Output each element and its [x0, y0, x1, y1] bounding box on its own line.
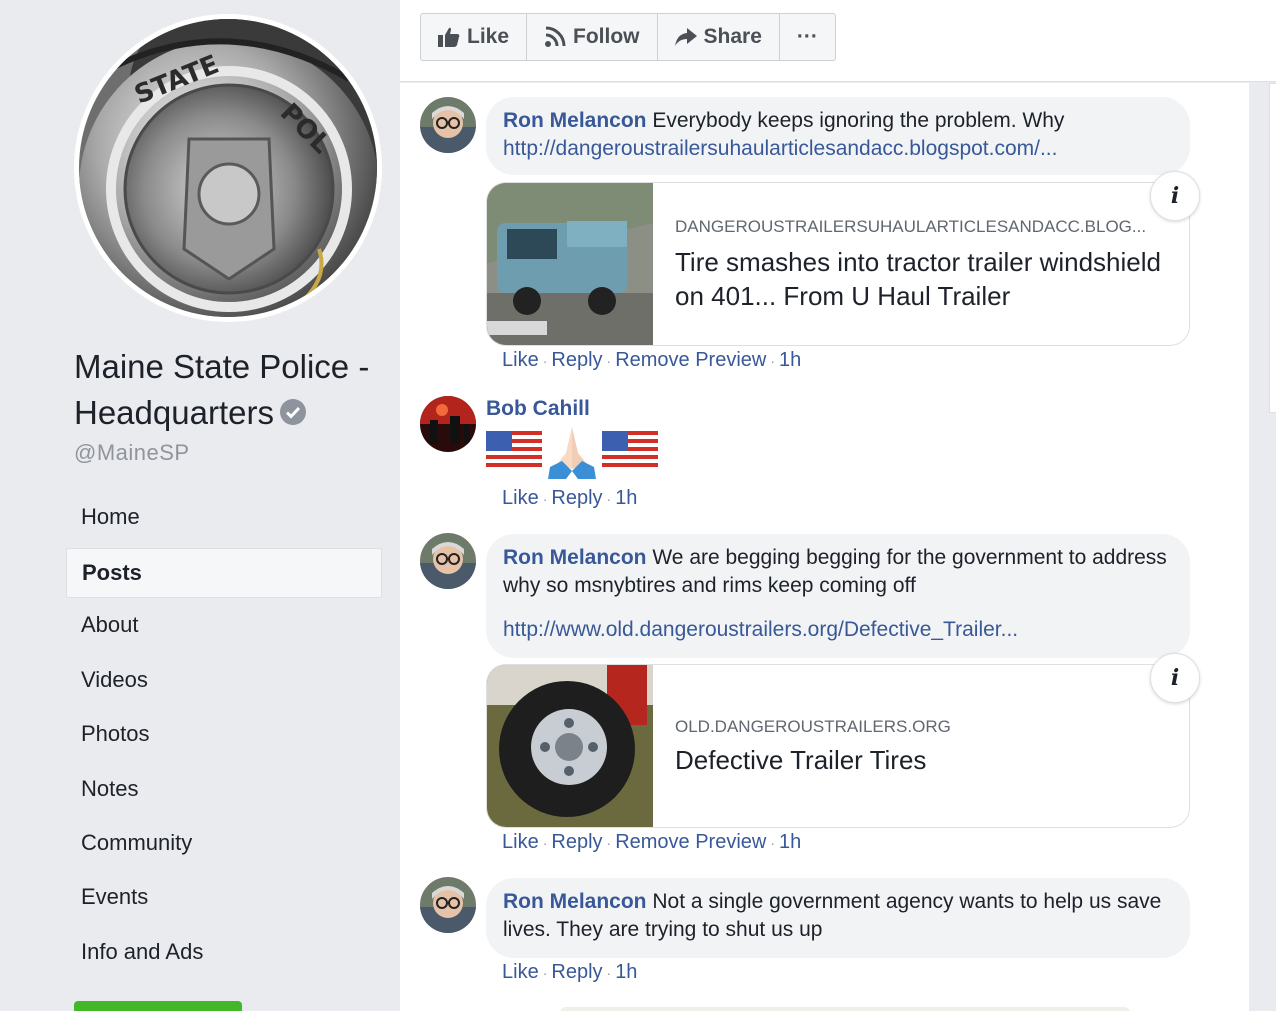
- page-action-bar: Like Follow Share ···: [400, 0, 1276, 82]
- comment-actions: Like · Reply · 1h: [502, 961, 638, 983]
- nav-item-about[interactable]: About: [66, 602, 382, 656]
- comment-author[interactable]: Ron Melancon: [503, 109, 647, 132]
- emoji-content: [486, 427, 658, 479]
- profile-picture[interactable]: STATE POL: [74, 14, 382, 322]
- nav-item-notes[interactable]: Notes: [66, 766, 382, 820]
- like-page-label: Like: [467, 25, 510, 48]
- comment-actions: Like · Reply · Remove Preview · 1h: [502, 831, 802, 853]
- preview-info-icon[interactable]: i: [1150, 653, 1200, 703]
- remove-preview-link[interactable]: Remove Preview: [615, 349, 766, 371]
- comment-text: Everybody keeps ignoring the problem. Wh…: [652, 109, 1065, 132]
- ron-melancon-avatar[interactable]: [420, 533, 476, 589]
- preview-info-icon[interactable]: i: [1150, 171, 1200, 221]
- thumbs-up-icon: [438, 27, 460, 47]
- nav-item-community[interactable]: Community: [66, 820, 382, 874]
- comment-actions: Like · Reply · 1h: [502, 487, 638, 509]
- preview-title: Defective Trailer Tires: [675, 745, 927, 775]
- left-column: STATE POL Maine State Police - Headquart…: [0, 0, 400, 1011]
- more-options-button[interactable]: ···: [780, 14, 835, 60]
- link-preview-card[interactable]: DANGEROUSTRAILERSUHAULARTICLESANDACC.BLO…: [486, 182, 1190, 346]
- nav-item-videos[interactable]: Videos: [66, 657, 382, 711]
- share-page-button[interactable]: Share: [658, 14, 780, 60]
- preview-title: Tire smashes into tractor trailer windsh…: [675, 247, 1161, 311]
- comment-link[interactable]: http://www.old.dangeroustrailers.org/Def…: [503, 616, 1174, 644]
- right-gutter: [1249, 83, 1276, 1011]
- page-nav: Home Posts About Videos Photos Notes Com…: [66, 494, 382, 983]
- preview-domain: OLD.DANGEROUSTRAILERS.ORG: [675, 717, 951, 736]
- ron-melancon-avatar[interactable]: [420, 877, 476, 933]
- rss-follow-icon: [545, 26, 566, 47]
- main-column: Like Follow Share ··· Ron Melancon Every…: [400, 0, 1276, 1011]
- next-comment-edge: [560, 1007, 1130, 1011]
- side-panel-edge: [1269, 83, 1276, 413]
- page-title[interactable]: Maine State Police - Headquarters: [74, 344, 394, 436]
- like-comment-link[interactable]: Like: [502, 961, 539, 983]
- like-page-button[interactable]: Like: [421, 14, 528, 60]
- nav-item-home[interactable]: Home: [66, 494, 382, 548]
- comment-bubble: Ron Melancon We are begging begging for …: [486, 534, 1190, 658]
- us-flag-icon: [486, 431, 542, 471]
- ron-melancon-avatar[interactable]: [420, 97, 476, 153]
- remove-preview-link[interactable]: Remove Preview: [615, 831, 766, 853]
- nav-item-photos[interactable]: Photos: [66, 711, 382, 765]
- tire-preview-image: [487, 665, 653, 827]
- preview-domain: DANGEROUSTRAILERSUHAULARTICLESANDACC.BLO…: [675, 217, 1147, 236]
- nav-item-posts[interactable]: Posts: [66, 548, 382, 599]
- us-flag-icon: [602, 431, 658, 471]
- reply-comment-link[interactable]: Reply: [551, 961, 602, 983]
- follow-page-label: Follow: [573, 25, 640, 48]
- page-name-text: Maine State Police - Headquarters: [74, 348, 370, 431]
- bob-cahill-avatar[interactable]: [420, 396, 476, 452]
- comment-author[interactable]: Bob Cahill: [486, 397, 590, 421]
- nav-item-info-and-ads[interactable]: Info and Ads: [66, 929, 382, 983]
- reply-comment-link[interactable]: Reply: [551, 831, 602, 853]
- link-preview-card[interactable]: OLD.DANGEROUSTRAILERS.ORG Defective Trai…: [486, 664, 1190, 828]
- nav-item-events[interactable]: Events: [66, 874, 382, 928]
- comments-feed: Ron Melancon Everybody keeps ignoring th…: [400, 83, 1249, 1011]
- comment-author[interactable]: Ron Melancon: [503, 890, 647, 913]
- comment-timestamp[interactable]: 1h: [779, 831, 801, 853]
- comment-link[interactable]: http://dangeroustrailersuhaularticlesand…: [503, 135, 1174, 163]
- create-page-button[interactable]: [74, 1001, 242, 1011]
- action-button-group: Like Follow Share ···: [420, 13, 836, 61]
- more-dots-icon: ···: [796, 25, 818, 48]
- folded-hands-icon: [548, 427, 596, 479]
- like-comment-link[interactable]: Like: [502, 831, 539, 853]
- comment-timestamp[interactable]: 1h: [779, 349, 801, 371]
- reply-comment-link[interactable]: Reply: [551, 487, 602, 509]
- page-handle[interactable]: @MaineSP: [74, 440, 190, 466]
- share-page-label: Share: [703, 25, 762, 48]
- reply-comment-link[interactable]: Reply: [551, 349, 602, 371]
- truck-preview-image: [487, 183, 653, 345]
- share-arrow-icon: [674, 28, 697, 46]
- like-comment-link[interactable]: Like: [502, 349, 539, 371]
- comment-timestamp[interactable]: 1h: [615, 487, 637, 509]
- comment-actions: Like · Reply · Remove Preview · 1h: [502, 349, 802, 371]
- follow-page-button[interactable]: Follow: [527, 14, 658, 60]
- comment-timestamp[interactable]: 1h: [615, 961, 637, 983]
- comment-bubble: Ron Melancon Not a single government age…: [486, 878, 1190, 958]
- like-comment-link[interactable]: Like: [502, 487, 539, 509]
- state-police-badge-image: STATE POL: [79, 19, 377, 317]
- verified-badge-icon: [279, 399, 306, 426]
- comment-bubble: Ron Melancon Everybody keeps ignoring th…: [486, 97, 1190, 175]
- comment-author[interactable]: Ron Melancon: [503, 546, 647, 569]
